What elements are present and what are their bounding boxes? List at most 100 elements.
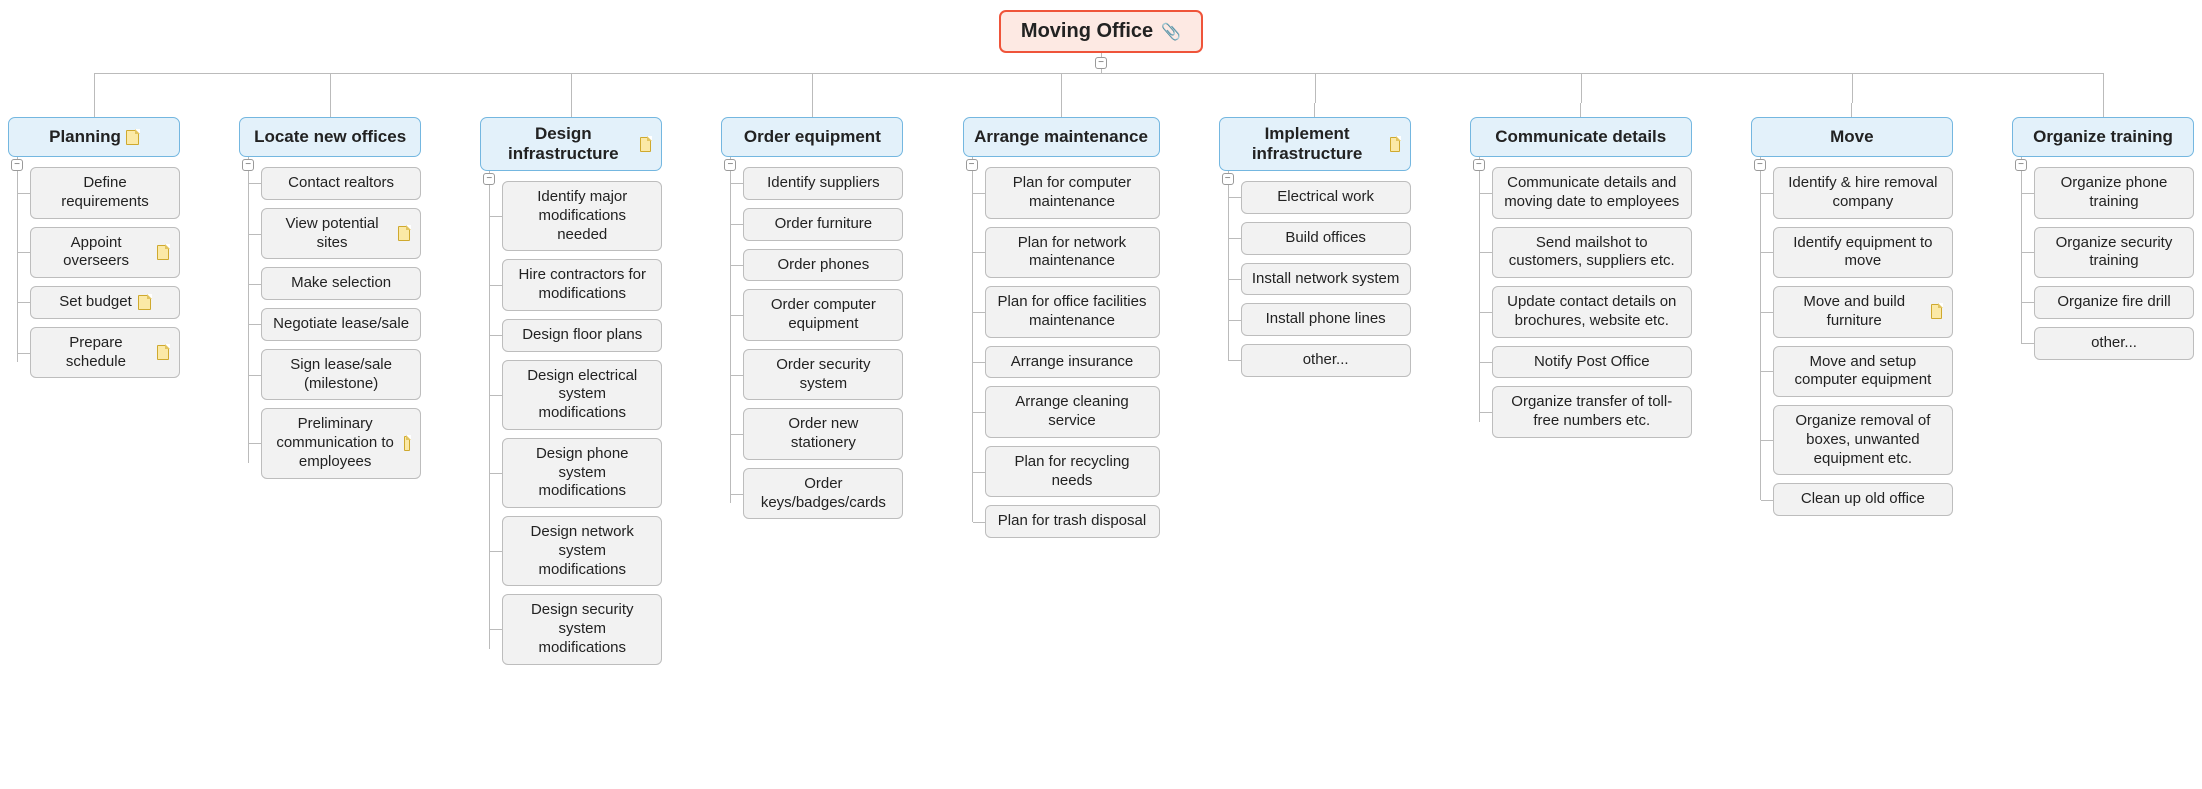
leaf-node[interactable]: Design security system modifications bbox=[502, 594, 662, 664]
note-icon[interactable] bbox=[157, 345, 169, 360]
leaf-node[interactable]: Preliminary communication to employees bbox=[261, 408, 421, 478]
leaf-label: Move and build furniture bbox=[1784, 293, 1925, 331]
leaf-node[interactable]: Order computer equipment bbox=[743, 289, 903, 341]
attachment-icon[interactable]: 📎 bbox=[1161, 22, 1181, 42]
collapse-toggle[interactable] bbox=[483, 173, 495, 185]
leaf-node[interactable]: Plan for network maintenance bbox=[985, 227, 1160, 279]
note-icon[interactable] bbox=[398, 226, 410, 241]
branch: Order equipment Identify suppliers Order f… bbox=[721, 103, 903, 519]
leaf-label: Install network system bbox=[1252, 270, 1400, 289]
leaf-label: Sign lease/sale (milestone) bbox=[272, 356, 410, 394]
collapse-toggle[interactable] bbox=[1222, 173, 1234, 185]
branch-head[interactable]: Communicate details bbox=[1470, 117, 1692, 157]
leaf-node[interactable]: Move and build furniture bbox=[1773, 286, 1953, 338]
children-list: Identify & hire removal company Identify … bbox=[1751, 157, 1953, 516]
leaf-node[interactable]: Plan for office facilities maintenance bbox=[985, 286, 1160, 338]
leaf-node[interactable]: other... bbox=[1241, 344, 1411, 377]
note-icon[interactable] bbox=[640, 137, 651, 152]
collapse-toggle[interactable] bbox=[2015, 159, 2027, 171]
branch-head[interactable]: Order equipment bbox=[721, 117, 903, 157]
leaf-node[interactable]: Contact realtors bbox=[261, 167, 421, 200]
leaf-node[interactable]: Set budget bbox=[30, 286, 180, 319]
collapse-toggle[interactable] bbox=[1473, 159, 1485, 171]
leaf-node[interactable]: Identify equipment to move bbox=[1773, 227, 1953, 279]
leaf-node[interactable]: Order security system bbox=[743, 349, 903, 401]
leaf-label: Plan for trash disposal bbox=[998, 512, 1146, 531]
branch-head[interactable]: Locate new offices bbox=[239, 117, 421, 157]
note-icon[interactable] bbox=[1390, 137, 1400, 152]
leaf-node[interactable]: Notify Post Office bbox=[1492, 346, 1692, 379]
leaf-node[interactable]: Plan for trash disposal bbox=[985, 505, 1160, 538]
collapse-toggle[interactable] bbox=[242, 159, 254, 171]
leaf-node[interactable]: View potential sites bbox=[261, 208, 421, 260]
children-list: Electrical work Build offices Install netw… bbox=[1219, 171, 1411, 377]
leaf-node[interactable]: Organize security training bbox=[2034, 227, 2194, 279]
collapse-toggle[interactable] bbox=[966, 159, 978, 171]
leaf-node[interactable]: Organize transfer of toll-free numbers e… bbox=[1492, 386, 1692, 438]
leaf-node[interactable]: Identify suppliers bbox=[743, 167, 903, 200]
leaf-node[interactable]: Appoint overseers bbox=[30, 227, 180, 279]
leaf-node[interactable]: Clean up old office bbox=[1773, 483, 1953, 516]
leaf-node[interactable]: Design network system modifications bbox=[502, 516, 662, 586]
leaf-node[interactable]: Build offices bbox=[1241, 222, 1411, 255]
children-wrap: Identify major modifications needed Hire … bbox=[480, 171, 662, 665]
leaf-node[interactable]: Identify & hire removal company bbox=[1773, 167, 1953, 219]
leaf-node[interactable]: Design phone system modifications bbox=[502, 438, 662, 508]
note-icon[interactable] bbox=[404, 436, 410, 451]
leaf-node[interactable]: Plan for recycling needs bbox=[985, 446, 1160, 498]
leaf-node[interactable]: Communicate details and moving date to e… bbox=[1492, 167, 1692, 219]
leaf-node[interactable]: Update contact details on brochures, web… bbox=[1492, 286, 1692, 338]
leaf-node[interactable]: Order phones bbox=[743, 249, 903, 282]
leaf-node[interactable]: Sign lease/sale (milestone) bbox=[261, 349, 421, 401]
leaf-node[interactable]: Make selection bbox=[261, 267, 421, 300]
children-list: Identify suppliers Order furniture Order p… bbox=[721, 157, 903, 519]
collapse-toggle-root[interactable] bbox=[1095, 57, 1107, 69]
branch-head[interactable]: Design infrastructure bbox=[480, 117, 662, 171]
note-icon[interactable] bbox=[138, 295, 151, 310]
leaf-node[interactable]: Plan for computer maintenance bbox=[985, 167, 1160, 219]
collapse-toggle[interactable] bbox=[724, 159, 736, 171]
leaf-node[interactable]: Arrange insurance bbox=[985, 346, 1160, 379]
branch-head[interactable]: Implement infrastructure bbox=[1219, 117, 1411, 171]
leaf-node[interactable]: Arrange cleaning service bbox=[985, 386, 1160, 438]
leaf-node[interactable]: Order keys/badges/cards bbox=[743, 468, 903, 520]
leaf-label: Make selection bbox=[291, 274, 391, 293]
branch-label: Planning bbox=[49, 127, 121, 147]
leaf-label: Hire contractors for modifications bbox=[513, 266, 651, 304]
leaf-label: other... bbox=[2091, 334, 2137, 353]
leaf-label: Organize transfer of toll-free numbers e… bbox=[1503, 393, 1681, 431]
leaf-node[interactable]: Order new stationery bbox=[743, 408, 903, 460]
mindmap-canvas: Moving Office 📎 Planning Define requireme… bbox=[0, 0, 2202, 685]
note-icon[interactable] bbox=[157, 245, 169, 260]
branches-row: Planning Define requirements Appoint overs… bbox=[8, 103, 2194, 665]
branch-head[interactable]: Organize training bbox=[2012, 117, 2194, 157]
leaf-node[interactable]: Install phone lines bbox=[1241, 303, 1411, 336]
leaf-node[interactable]: Prepare schedule bbox=[30, 327, 180, 379]
collapse-toggle[interactable] bbox=[11, 159, 23, 171]
leaf-node[interactable]: other... bbox=[2034, 327, 2194, 360]
root-node[interactable]: Moving Office 📎 bbox=[999, 10, 1203, 53]
leaf-node[interactable]: Negotiate lease/sale bbox=[261, 308, 421, 341]
branch-head[interactable]: Arrange maintenance bbox=[963, 117, 1160, 157]
branch-head[interactable]: Move bbox=[1751, 117, 1953, 157]
leaf-node[interactable]: Electrical work bbox=[1241, 181, 1411, 214]
leaf-node[interactable]: Define requirements bbox=[30, 167, 180, 219]
leaf-node[interactable]: Design floor plans bbox=[502, 319, 662, 352]
leaf-node[interactable]: Organize fire drill bbox=[2034, 286, 2194, 319]
branch-head[interactable]: Planning bbox=[8, 117, 180, 157]
note-icon[interactable] bbox=[1931, 304, 1942, 319]
leaf-node[interactable]: Move and setup computer equipment bbox=[1773, 346, 1953, 398]
leaf-label: Plan for network maintenance bbox=[996, 234, 1149, 272]
note-icon[interactable] bbox=[126, 130, 139, 145]
leaf-node[interactable]: Design electrical system modifications bbox=[502, 360, 662, 430]
leaf-node[interactable]: Organize removal of boxes, unwanted equi… bbox=[1773, 405, 1953, 475]
leaf-node[interactable]: Hire contractors for modifications bbox=[502, 259, 662, 311]
leaf-label: Clean up old office bbox=[1801, 490, 1925, 509]
leaf-label: Design floor plans bbox=[522, 326, 642, 345]
collapse-toggle[interactable] bbox=[1754, 159, 1766, 171]
leaf-node[interactable]: Install network system bbox=[1241, 263, 1411, 296]
leaf-node[interactable]: Identify major modifications needed bbox=[502, 181, 662, 251]
leaf-node[interactable]: Organize phone training bbox=[2034, 167, 2194, 219]
leaf-node[interactable]: Send mailshot to customers, suppliers et… bbox=[1492, 227, 1692, 279]
leaf-node[interactable]: Order furniture bbox=[743, 208, 903, 241]
